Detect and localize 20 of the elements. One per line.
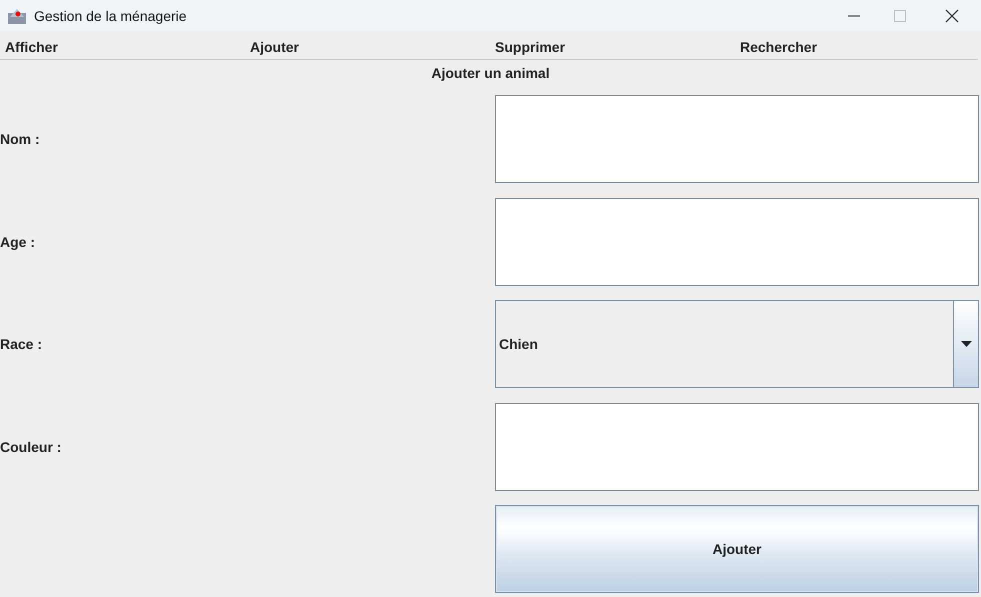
- dropdown[interactable]: Chien: [495, 300, 979, 388]
- field-label: Couleur :: [0, 438, 62, 454]
- app-icon: [7, 6, 27, 24]
- field-label: Age :: [0, 234, 36, 250]
- add-button[interactable]: Ajouter: [495, 505, 979, 593]
- menu-item[interactable]: Afficher: [0, 32, 245, 59]
- caret-icon: [960, 341, 972, 347]
- close-icon: [945, 8, 959, 22]
- window-title: Gestion de la ménagerie: [34, 8, 188, 24]
- field-label: Race :: [0, 336, 44, 352]
- field-label: Nom :: [0, 131, 41, 147]
- menu-item[interactable]: Supprimer: [490, 32, 735, 59]
- input-field[interactable]: [495, 198, 979, 286]
- menu-item[interactable]: Ajouter: [245, 32, 490, 59]
- maximize-icon: [893, 8, 907, 22]
- menu-item[interactable]: Rechercher: [735, 32, 980, 59]
- input-field[interactable]: [495, 402, 979, 490]
- form-heading: Ajouter un animal: [430, 64, 551, 83]
- input-field[interactable]: [495, 95, 979, 183]
- minimize-icon: [847, 14, 861, 16]
